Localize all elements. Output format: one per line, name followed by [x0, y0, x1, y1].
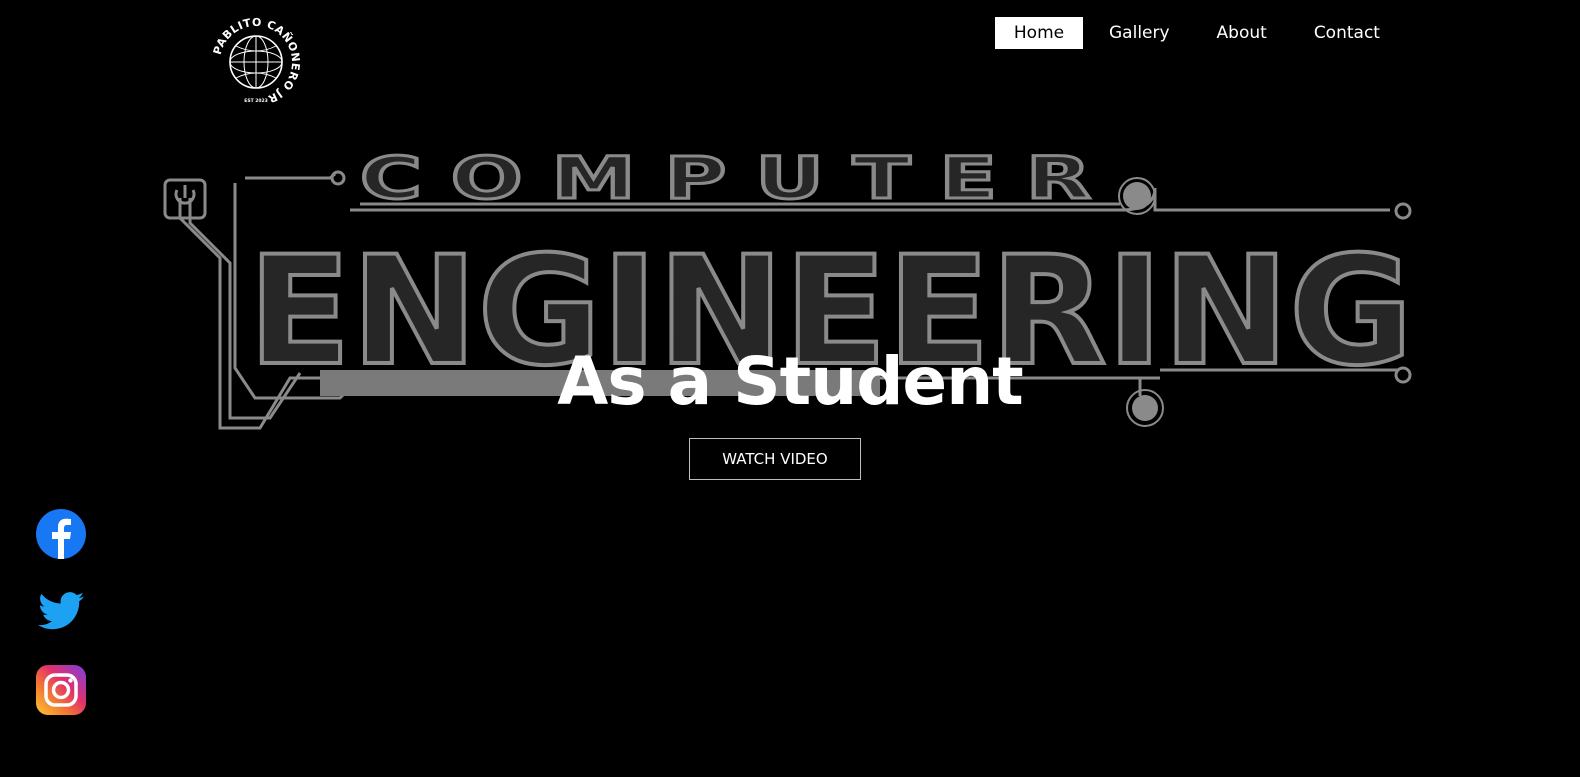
twitter-icon[interactable]	[36, 587, 86, 637]
banner-computer-text: COMPUTER	[360, 144, 1120, 212]
nav-item-gallery[interactable]: Gallery	[1109, 17, 1170, 49]
hero-title: As a Student	[557, 343, 1023, 420]
nav-item-home[interactable]: Home	[995, 17, 1083, 49]
watch-video-button[interactable]: WATCH VIDEO	[689, 438, 861, 480]
instagram-icon[interactable]	[36, 665, 86, 715]
main-nav: Home Gallery About Contact	[995, 17, 1380, 49]
facebook-icon[interactable]	[36, 509, 86, 559]
nav-item-contact[interactable]: Contact	[1314, 17, 1380, 49]
nav-item-about[interactable]: About	[1217, 17, 1267, 49]
site-logo[interactable]: PABLITO CAÑONERO JR EST 2023	[210, 16, 302, 108]
logo-est-text: EST 2023	[244, 98, 267, 104]
